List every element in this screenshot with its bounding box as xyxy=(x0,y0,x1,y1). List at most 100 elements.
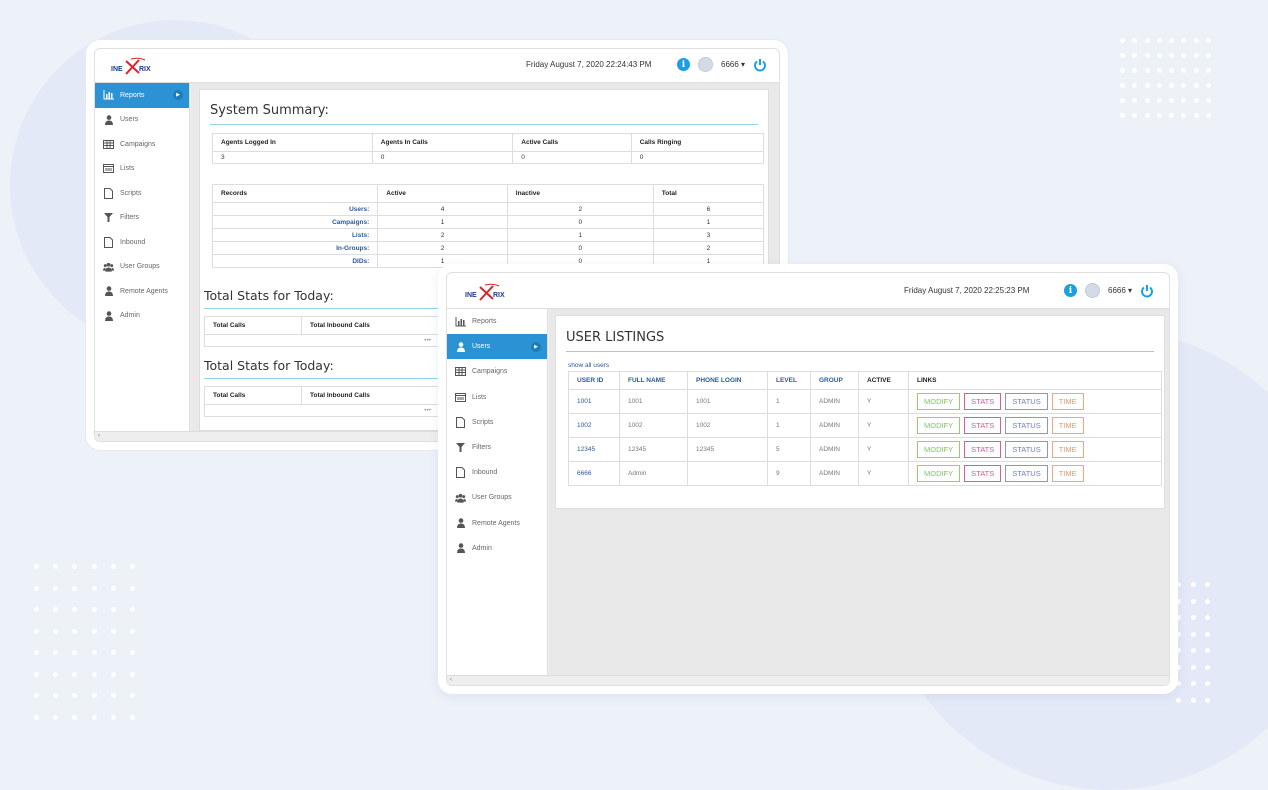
sidebar-item-inbound[interactable]: Inbound xyxy=(447,460,547,485)
sidebar-item-filters[interactable]: Filters xyxy=(95,206,189,231)
avatar[interactable] xyxy=(1085,283,1100,298)
links-cell: MODIFY STATS STATUS TIME xyxy=(908,413,1162,438)
top-bar: INE RIX Friday August 7, 2020 22:25:23 P… xyxy=(447,273,1169,309)
cell-value: Y xyxy=(858,461,909,486)
time-button[interactable]: TIME xyxy=(1051,441,1084,458)
dot xyxy=(1156,98,1162,103)
cell-value: 2 xyxy=(377,228,508,242)
user-id-link[interactable]: 12345 xyxy=(568,437,620,462)
sidebar-item-user-groups[interactable]: User Groups xyxy=(95,255,189,280)
sidebar-item-lists[interactable]: Lists xyxy=(447,385,547,410)
dot xyxy=(1190,648,1196,653)
modify-button[interactable]: MODIFY xyxy=(917,441,961,458)
time-button[interactable]: TIME xyxy=(1051,393,1084,410)
dot xyxy=(129,585,135,591)
main-content: USER LISTINGS show all users USER ID FULL… xyxy=(549,309,1169,675)
power-icon[interactable] xyxy=(1140,284,1154,298)
user-menu[interactable]: 6666 ▾ xyxy=(721,60,745,69)
record-label-link[interactable]: Users: xyxy=(211,202,379,216)
sidebar-item-scripts[interactable]: Scripts xyxy=(95,181,189,206)
info-icon[interactable]: i xyxy=(1064,284,1077,297)
dot xyxy=(1181,53,1187,58)
dot xyxy=(72,607,78,612)
modify-button[interactable]: MODIFY xyxy=(917,417,961,434)
dot xyxy=(1169,83,1175,88)
cell-value: 1 xyxy=(652,215,765,229)
status-button[interactable]: STATUS xyxy=(1005,465,1048,482)
dot xyxy=(1181,83,1187,88)
sidebar-item-remote-agents[interactable]: Remote Agents xyxy=(95,279,189,304)
section-title: Total Stats for Today: xyxy=(204,288,334,303)
sidebar-item-label: Reports xyxy=(472,318,497,326)
table-row: Lists: 2 1 3 xyxy=(211,228,765,242)
cell-value: 0 xyxy=(512,151,632,164)
record-label-link[interactable]: Campaigns: xyxy=(211,215,379,229)
sidebar-item-label: Scripts xyxy=(472,418,494,426)
power-icon[interactable] xyxy=(753,58,767,72)
dot xyxy=(72,585,78,591)
record-label-link[interactable]: Lists: xyxy=(211,228,379,242)
sidebar-item-filters[interactable]: Filters xyxy=(447,435,547,460)
sidebar-item-remote-agents[interactable]: Remote Agents xyxy=(447,511,547,536)
user-id-link[interactable]: 1002 xyxy=(568,413,620,438)
sidebar-item-reports[interactable]: Reports xyxy=(447,309,547,334)
cell-value: ADMIN xyxy=(810,413,859,438)
modify-button[interactable]: MODIFY xyxy=(917,393,961,410)
stats-table: Total Calls Total Inbound Calls ••• xyxy=(204,386,440,417)
sidebar-item-admin[interactable]: Admin xyxy=(447,536,547,561)
bar-chart-icon xyxy=(103,90,114,100)
dot xyxy=(1132,68,1138,73)
sidebar-item-campaigns[interactable]: Campaigns xyxy=(95,132,189,157)
record-label-link[interactable]: DIDs: xyxy=(211,254,379,268)
dot xyxy=(91,714,97,720)
status-button[interactable]: STATUS xyxy=(1005,417,1048,434)
sidebar-item-admin[interactable]: Admin xyxy=(95,304,189,329)
sidebar-item-label: Users xyxy=(120,116,139,124)
cell-value: ADMIN xyxy=(810,461,859,486)
stats-button[interactable]: STATS xyxy=(964,393,1002,410)
sidebar-item-reports[interactable]: Reports ▶ xyxy=(95,83,189,108)
stats-button[interactable]: STATS xyxy=(964,465,1002,482)
links-cell: MODIFY STATS STATUS TIME xyxy=(908,389,1162,414)
sidebar-item-label: Inbound xyxy=(472,469,498,477)
cell-value: Y xyxy=(858,413,909,438)
stats-button[interactable]: STATS xyxy=(964,441,1002,458)
dot xyxy=(1206,53,1212,58)
status-button[interactable]: STATUS xyxy=(1005,393,1048,410)
stats-panel: Total Stats for Today: Total Calls Total … xyxy=(199,273,454,431)
modify-button[interactable]: MODIFY xyxy=(917,465,961,482)
time-button[interactable]: TIME xyxy=(1051,465,1084,482)
section-title: Total Stats for Today: xyxy=(204,358,334,373)
record-label-link[interactable]: In-Groups: xyxy=(211,241,379,255)
sidebar-item-campaigns[interactable]: Campaigns xyxy=(447,359,547,384)
horizontal-scrollbar[interactable]: ‹ xyxy=(447,675,1169,685)
user-id-link[interactable]: 1001 xyxy=(568,389,620,414)
dot xyxy=(1120,113,1125,118)
file-icon xyxy=(103,236,114,248)
page-title: System Summary: xyxy=(210,103,329,118)
user-id-link[interactable]: 6666 xyxy=(568,461,620,486)
expand-arrow-icon[interactable]: ▶ xyxy=(531,341,541,352)
time-button[interactable]: TIME xyxy=(1051,417,1084,434)
info-icon[interactable]: i xyxy=(677,58,690,71)
sidebar-item-user-groups[interactable]: User Groups xyxy=(447,485,547,510)
show-all-users-link[interactable]: show all users xyxy=(568,362,1164,369)
cell-value: 12345 xyxy=(687,437,768,462)
status-button[interactable]: STATUS xyxy=(1005,441,1048,458)
sidebar-item-users[interactable]: Users ▶ xyxy=(447,334,547,360)
user-menu[interactable]: 6666 ▾ xyxy=(1108,286,1132,295)
sidebar-item-lists[interactable]: Lists xyxy=(95,157,189,182)
stats-button[interactable]: STATS xyxy=(964,417,1002,434)
sidebar-item-users[interactable]: Users xyxy=(95,108,189,133)
sidebar: Reports Users ▶ Campaigns Lists Scripts Filter… xyxy=(447,309,548,675)
dot xyxy=(72,564,78,569)
column-header: Agents In Calls xyxy=(371,133,514,152)
expand-arrow-icon[interactable]: ▶ xyxy=(173,90,183,101)
file-icon xyxy=(103,187,114,199)
sidebar-item-inbound[interactable]: Inbound xyxy=(95,230,189,255)
avatar[interactable] xyxy=(698,57,713,72)
sidebar-item-label: Lists xyxy=(472,393,487,401)
sidebar-item-scripts[interactable]: Scripts xyxy=(447,410,547,435)
dot xyxy=(53,628,59,634)
dot xyxy=(91,671,97,677)
